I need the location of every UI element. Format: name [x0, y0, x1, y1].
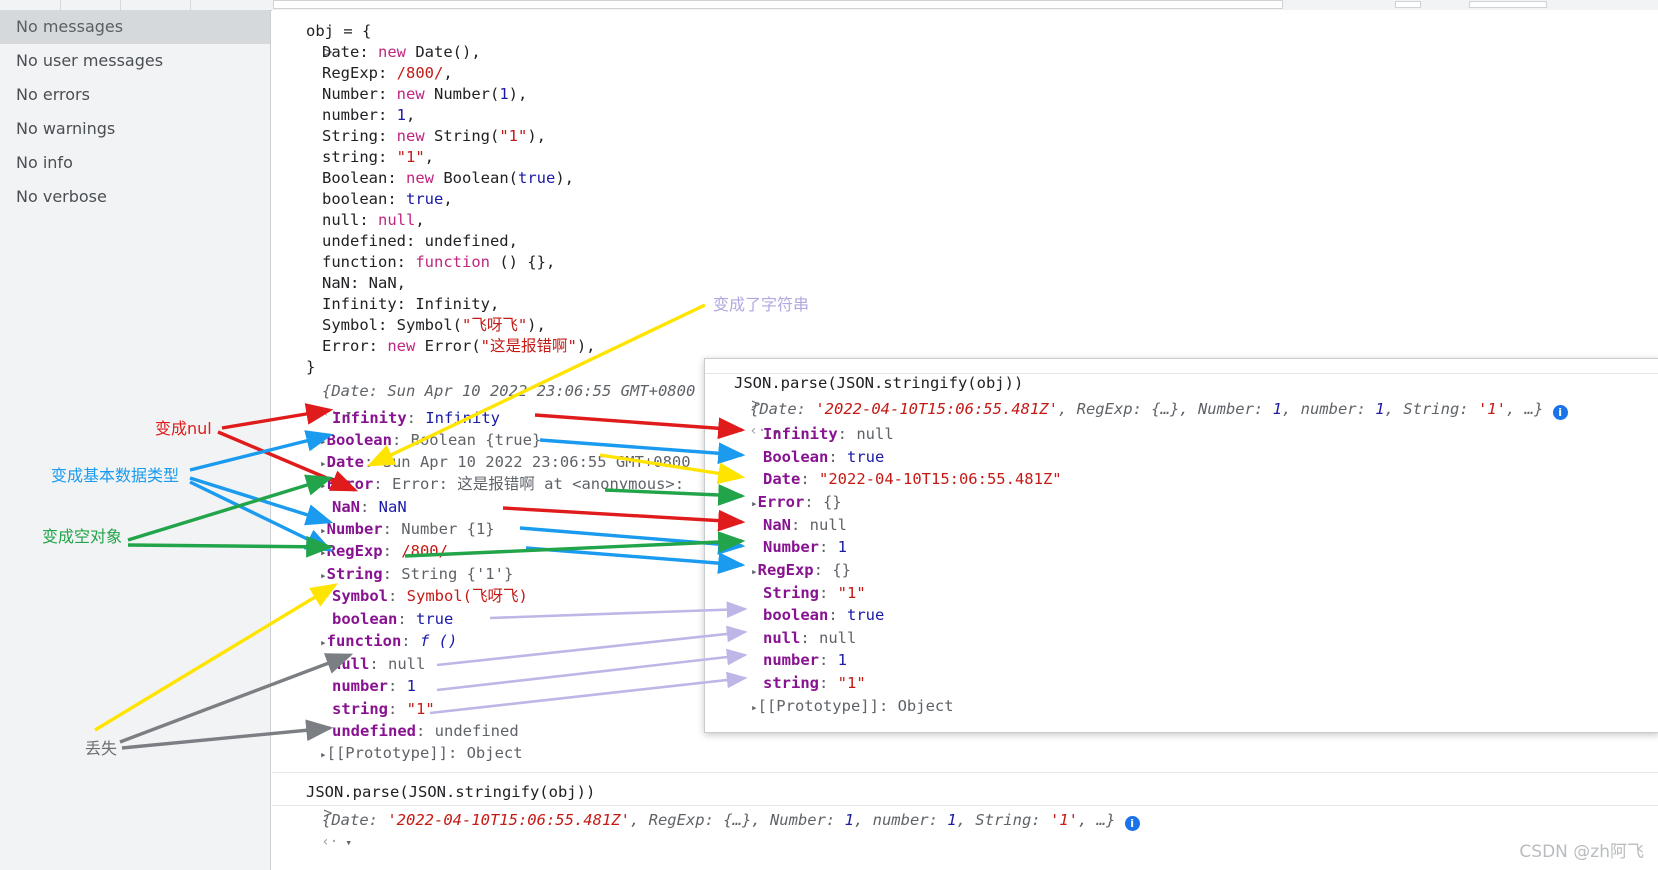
expand-triangle-icon: ▸ — [320, 546, 327, 559]
overlay-clipped-row — [705, 359, 1658, 374]
source-line: } — [306, 358, 316, 376]
overlay-prop-row-number-prim[interactable]: number: 1 — [763, 650, 847, 671]
overlay-prop-row-boolean-obj[interactable]: Boolean: true — [763, 447, 884, 468]
source-line: NaN: NaN, — [322, 274, 406, 292]
info-badge-icon[interactable]: i — [1552, 405, 1568, 420]
overlay-prop-row-prototype[interactable]: ▸[[Prototype]]: Object — [751, 696, 954, 718]
prop-row-string[interactable]: string: "1" — [332, 699, 435, 720]
overlay-prop-row-error[interactable]: ▸Error: {} — [751, 492, 842, 514]
sidebar-item-no-info[interactable]: No info — [0, 146, 270, 180]
prop-row-nan[interactable]: NaN: NaN — [332, 497, 407, 518]
prop-row-boolean-obj[interactable]: ▸Boolean: Boolean {true} — [320, 430, 541, 452]
source-line: number: 1, — [322, 106, 416, 124]
prop-row-string-obj[interactable]: ▸String: String {'1'} — [320, 564, 513, 586]
annotation-label-empty-object: 变成空对象 — [42, 527, 123, 546]
annotation-label-null: 变成nul — [155, 419, 212, 438]
sidebar-item-label: No messages — [16, 17, 124, 36]
source-line: Infinity: Infinity, — [322, 295, 500, 313]
source-line: Number: new Number(1), — [322, 85, 528, 103]
expand-triangle-icon: ▸ — [751, 497, 758, 510]
expand-triangle-icon: ▸ — [751, 701, 758, 714]
overlay-command-line[interactable]: JSON.parse(JSON.stringify(obj)) — [734, 373, 1023, 394]
overlay-prop-row-string[interactable]: string: "1" — [763, 673, 866, 694]
overlay-prop-row-infinity[interactable]: Infinity: null — [763, 424, 894, 445]
prop-row-prototype[interactable]: ▸[[Prototype]]: Object — [320, 743, 523, 765]
result-summary-line[interactable]: {Date: Sun Apr 10 2022 23:06:55 GMT+0800 — [322, 381, 695, 402]
sidebar-item-no-messages[interactable]: No messages — [0, 10, 270, 44]
prop-row-null[interactable]: null: null — [332, 654, 425, 675]
overlay-prop-row-nan[interactable]: NaN: null — [763, 515, 847, 536]
expand-triangle-icon: ▸ — [320, 435, 327, 448]
prop-row-undefined[interactable]: undefined: undefined — [332, 721, 519, 742]
overlay-prop-row-boolean[interactable]: boolean: true — [763, 605, 884, 626]
sidebar-item-label: No errors — [16, 85, 90, 104]
toolbar-pill[interactable] — [1395, 1, 1421, 8]
annotation-label-primitive: 变成基本数据类型 — [51, 466, 180, 485]
prop-row-date[interactable]: ▸Date: Sun Apr 10 2022 23:06:55 GMT+0800 — [320, 452, 691, 474]
info-badge-icon[interactable]: i — [1124, 816, 1140, 831]
prop-row-function[interactable]: ▸function: f () — [320, 631, 457, 653]
source-line: RegExp: /800/, — [322, 64, 453, 82]
expand-triangle-icon: ▸ — [320, 569, 327, 582]
expand-triangle-icon: ▸ — [320, 457, 327, 470]
prop-row-error[interactable]: ▸Error: Error: 这是报错啊 at <anonymous>: — [320, 474, 684, 496]
source-line: string: "1", — [322, 148, 434, 166]
console-filter-input[interactable] — [273, 0, 1283, 9]
sidebar-item-no-errors[interactable]: No errors — [0, 78, 270, 112]
source-line: Date: new Date(), — [322, 43, 481, 61]
expand-triangle-icon: ▸ — [320, 524, 327, 537]
source-line: Boolean: new Boolean(true), — [322, 169, 574, 187]
second-command-line[interactable]: JSON.parse(JSON.stringify(obj)) — [306, 782, 595, 803]
prop-row-symbol[interactable]: Symbol: Symbol(飞呀飞) — [332, 586, 528, 607]
prop-row-boolean[interactable]: boolean: true — [332, 609, 453, 630]
sidebar-item-label: No user messages — [16, 51, 164, 70]
expand-triangle-icon: ▸ — [751, 565, 758, 578]
source-line: null: null, — [322, 211, 425, 229]
sidebar-item-label: No warnings — [16, 119, 116, 138]
overlay-prop-row-string-obj[interactable]: String: "1" — [763, 583, 866, 604]
overlay-prop-row-regexp[interactable]: ▸RegExp: {} — [751, 560, 851, 582]
annotation-label-lost: 丢失 — [85, 739, 118, 758]
expand-triangle-icon: ▸ — [320, 479, 327, 492]
prop-row-regexp[interactable]: ▸RegExp: /800/ — [320, 541, 448, 563]
console-divider — [272, 772, 1658, 773]
console-sidebar: No messages No user messages No errors N… — [0, 10, 271, 870]
second-result-summary[interactable]: {Date: '2022-04-10T15:06:55.481Z', RegEx… — [322, 810, 1140, 831]
expand-triangle-icon: ▸ — [320, 636, 327, 649]
sidebar-item-no-warnings[interactable]: No warnings — [0, 112, 270, 146]
sidebar-item-label: No info — [16, 153, 73, 172]
sidebar-item-label: No verbose — [16, 187, 107, 206]
prop-row-number-obj[interactable]: ▸Number: Number {1} — [320, 519, 495, 541]
zoomed-console-overlay[interactable]: > JSON.parse(JSON.stringify(obj)) ‹· ▾ {… — [704, 358, 1658, 733]
annotation-label-string: 变成了字符串 — [713, 295, 810, 314]
source-line: Error: new Error("这是报错啊"), — [322, 337, 596, 355]
prop-row-number[interactable]: number: 1 — [332, 676, 416, 697]
source-line: undefined: undefined, — [322, 232, 518, 250]
toolbar-pill[interactable] — [1469, 1, 1547, 8]
source-line: String: new String("1"), — [322, 127, 546, 145]
prop-row-infinity[interactable]: Infinity: Infinity — [332, 408, 500, 429]
source-line: Symbol: Symbol("飞呀飞"), — [322, 316, 546, 334]
overlay-prop-row-number[interactable]: Number: 1 — [763, 537, 847, 558]
source-line: boolean: true, — [322, 190, 453, 208]
overlay-result-summary[interactable]: {Date: '2022-04-10T15:06:55.481Z', RegEx… — [750, 399, 1568, 420]
overlay-prop-row-null[interactable]: null: null — [763, 628, 856, 649]
source-line: function: function () {}, — [322, 253, 556, 271]
sidebar-item-no-user-messages[interactable]: No user messages — [0, 44, 270, 78]
chrome-tab-slot[interactable] — [0, 0, 61, 10]
console-divider — [272, 805, 1658, 806]
watermark: CSDN @zh阿飞 — [1519, 842, 1644, 862]
expand-triangle-icon: ▸ — [320, 748, 327, 761]
chrome-tab-slot[interactable] — [60, 0, 121, 10]
sidebar-item-no-verbose[interactable]: No verbose — [0, 180, 270, 214]
overlay-prop-row-date[interactable]: Date: "2022-04-10T15:06:55.481Z" — [763, 469, 1062, 490]
source-line: obj = { — [306, 22, 372, 40]
chrome-tab-slot[interactable] — [120, 0, 191, 10]
